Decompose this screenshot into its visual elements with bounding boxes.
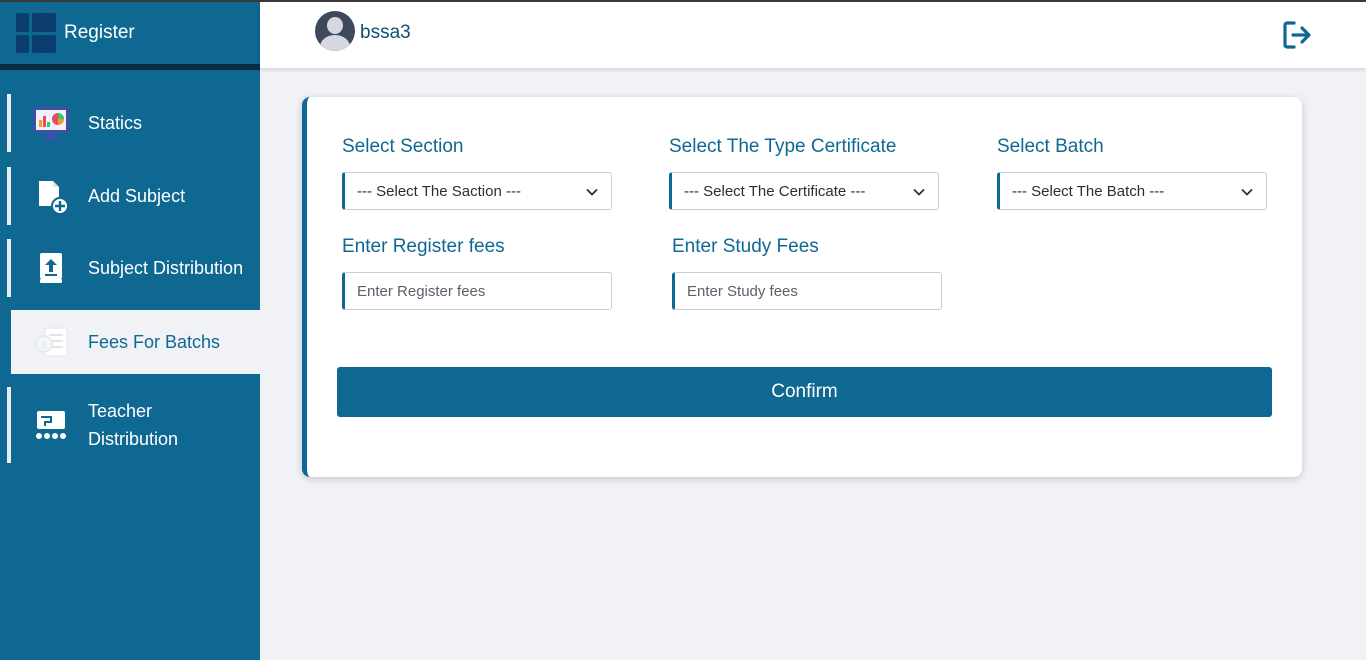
sidebar-item-label: Fees For Batchs	[88, 332, 221, 352]
certificate-selected-value: --- Select The Certificate ---	[684, 182, 866, 200]
section-selected-value: --- Select The Saction ---	[357, 182, 521, 200]
certificate-label: Select The Type Certificate	[669, 136, 897, 157]
top-header: bssa3	[260, 2, 1366, 68]
upload-book-icon	[31, 248, 71, 288]
sidebar-item-subject-distribution[interactable]: Subject Distribution	[7, 239, 260, 297]
grid-logo-icon	[16, 13, 56, 53]
sidebar-item-statics[interactable]: Statics	[7, 94, 260, 152]
fees-form-card: Select Section --- Select The Saction --…	[302, 97, 1302, 477]
sidebar-item-add-subject[interactable]: Add Subject	[7, 167, 260, 225]
study-fees-label: Enter Study Fees	[672, 236, 819, 257]
batch-label: Select Batch	[997, 136, 1104, 157]
section-label: Select Section	[342, 136, 464, 157]
chevron-down-icon	[1241, 188, 1253, 196]
brand-divider	[0, 64, 260, 70]
add-document-icon	[31, 176, 71, 216]
sidebar-item-label-line2: Distribution	[88, 429, 179, 449]
sidebar-item-label-line1: Teacher	[88, 401, 153, 421]
brand[interactable]: Register	[0, 2, 260, 64]
sidebar-item-label: Statics	[88, 113, 143, 133]
sidebar-item-fees-for-batchs[interactable]: $ Fees For Batchs	[7, 310, 260, 374]
username: bssa3	[360, 22, 411, 43]
register-fees-input[interactable]	[342, 272, 612, 310]
certificate-select[interactable]: --- Select The Certificate ---	[669, 172, 939, 210]
section-select[interactable]: --- Select The Saction ---	[342, 172, 612, 210]
logout-icon[interactable]	[1280, 18, 1314, 52]
study-fees-input[interactable]	[672, 272, 942, 310]
sidebar-item-teacher-distribution[interactable]: Teacher Distribution	[7, 387, 260, 463]
chevron-down-icon	[586, 188, 598, 196]
chevron-down-icon	[913, 188, 925, 196]
fees-icon: $	[31, 322, 71, 362]
avatar[interactable]	[315, 11, 355, 51]
statistics-monitor-icon	[31, 103, 71, 143]
confirm-button[interactable]: Confirm	[337, 367, 1272, 417]
register-fees-label: Enter Register fees	[342, 236, 505, 257]
app-title: Register	[64, 22, 135, 43]
batch-selected-value: --- Select The Batch ---	[1012, 182, 1165, 200]
sidebar-item-label: Add Subject	[88, 186, 186, 206]
sidebar: Register Statics Add Subject Subject Dis…	[0, 2, 260, 660]
sidebar-item-label: Teacher Distribution	[88, 397, 178, 453]
teacher-distribution-icon	[31, 405, 71, 445]
batch-select[interactable]: --- Select The Batch ---	[997, 172, 1267, 210]
svg-text:$: $	[41, 340, 47, 351]
sidebar-item-label: Subject Distribution	[88, 258, 244, 278]
